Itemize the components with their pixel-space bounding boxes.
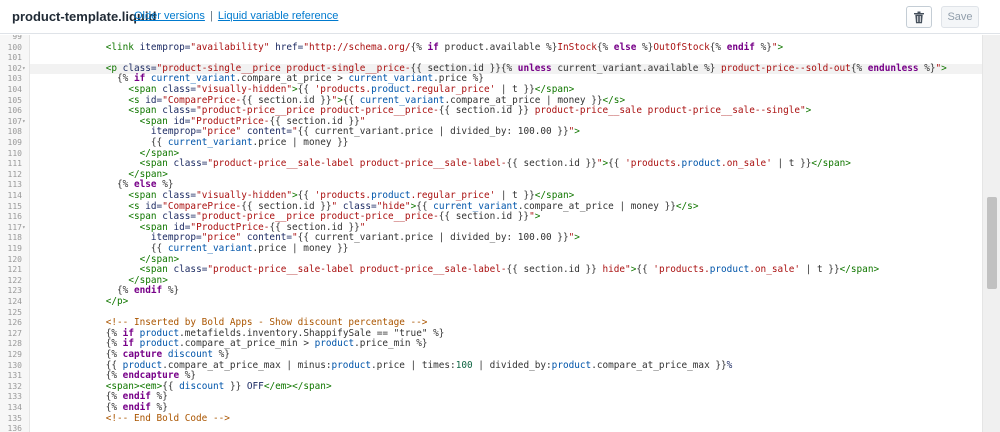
code-line[interactable]: 133 {% endif %} (8, 392, 982, 403)
line-code-text: </p> (105, 296, 129, 307)
line-number: 115 (7, 201, 22, 211)
fold-arrow-icon[interactable]: ▾ (22, 223, 26, 234)
code-line[interactable]: 136 (8, 424, 982, 432)
line-number: 100 (7, 42, 22, 52)
line-number: 136 (7, 424, 22, 432)
line-number: 106 (7, 106, 22, 116)
line-number: 131 (7, 371, 22, 381)
code-line[interactable]: 135 <!-- End Bold Code --> (8, 412, 982, 425)
line-number: 110 (7, 148, 22, 158)
line-number: 123 (7, 286, 22, 296)
line-number: 105 (7, 95, 22, 105)
delete-button[interactable] (906, 6, 932, 28)
line-number: 126 (7, 318, 22, 328)
line-number: 101 (7, 53, 22, 63)
line-code-text: {{ current_variant.price | money }} (150, 137, 349, 148)
fold-arrow-icon[interactable]: ▾ (22, 117, 26, 128)
line-number: 118 (7, 233, 22, 243)
line-code-text: <link itemprop="availability" href="http… (105, 41, 784, 53)
line-number: 111 (7, 159, 22, 169)
line-number: 109 (7, 138, 22, 147)
line-number: 107 (7, 116, 22, 126)
line-number: 130 (7, 360, 22, 370)
line-number: 116 (7, 212, 22, 222)
scrollbar-thumb[interactable] (987, 197, 997, 289)
link-separator: | (209, 10, 213, 22)
code-editor[interactable]: 99 100 <link itemprop="availability" href… (0, 35, 1000, 432)
trash-icon (914, 11, 924, 23)
code-line[interactable]: 123 {% endif %} (8, 286, 982, 297)
older-versions-link[interactable]: Older versions (134, 10, 205, 22)
code-area[interactable]: 99 100 <link itemprop="availability" href… (8, 35, 982, 432)
line-number: 129 (7, 350, 22, 359)
line-number: 122 (7, 275, 22, 285)
line-number: 133 (7, 392, 22, 402)
code-line[interactable]: 100 <link itemprop="availability" href="… (8, 41, 982, 54)
code-line[interactable]: 124 </p> (8, 296, 982, 308)
fold-arrow-icon[interactable]: ▾ (22, 64, 26, 75)
line-number: 132 (7, 381, 22, 391)
line-number: 119 (7, 244, 22, 253)
code-line[interactable]: 121 <span class="product-price__sale-lab… (8, 264, 982, 276)
line-number: 102 (7, 63, 22, 73)
line-number: 112 (7, 169, 22, 179)
line-number: 120 (7, 254, 22, 264)
line-number: 134 (7, 403, 22, 412)
header-links: Older versions | Liquid variable referen… (134, 10, 338, 22)
line-number: 121 (7, 265, 22, 275)
liquid-reference-link[interactable]: Liquid variable reference (218, 10, 338, 22)
vertical-scrollbar[interactable] (982, 35, 1000, 432)
line-number: 135 (7, 413, 22, 423)
line-number: 114 (7, 191, 22, 200)
line-number: 127 (7, 328, 22, 338)
line-number: 99 (12, 35, 22, 41)
line-number: 128 (7, 339, 22, 349)
line-number: 125 (7, 307, 22, 317)
editor-header: product-template.liquid Older versions |… (0, 0, 1000, 34)
code-line[interactable]: 111 <span class="product-price__sale-lab… (8, 158, 982, 170)
line-code-text: <!-- End Bold Code --> (38, 412, 230, 424)
line-number: 117 (7, 222, 22, 232)
save-button[interactable]: Save (941, 6, 979, 28)
code-line[interactable]: 132 <span><em>{{ discount }} OFF</em></s… (8, 381, 982, 393)
line-number: 108 (7, 127, 22, 137)
line-number: 113 (7, 180, 22, 190)
line-number: 103 (7, 74, 22, 84)
line-code-text: {{ current_variant.price | money }} (150, 243, 349, 254)
line-number: 104 (7, 85, 22, 94)
line-number: 124 (7, 297, 22, 306)
